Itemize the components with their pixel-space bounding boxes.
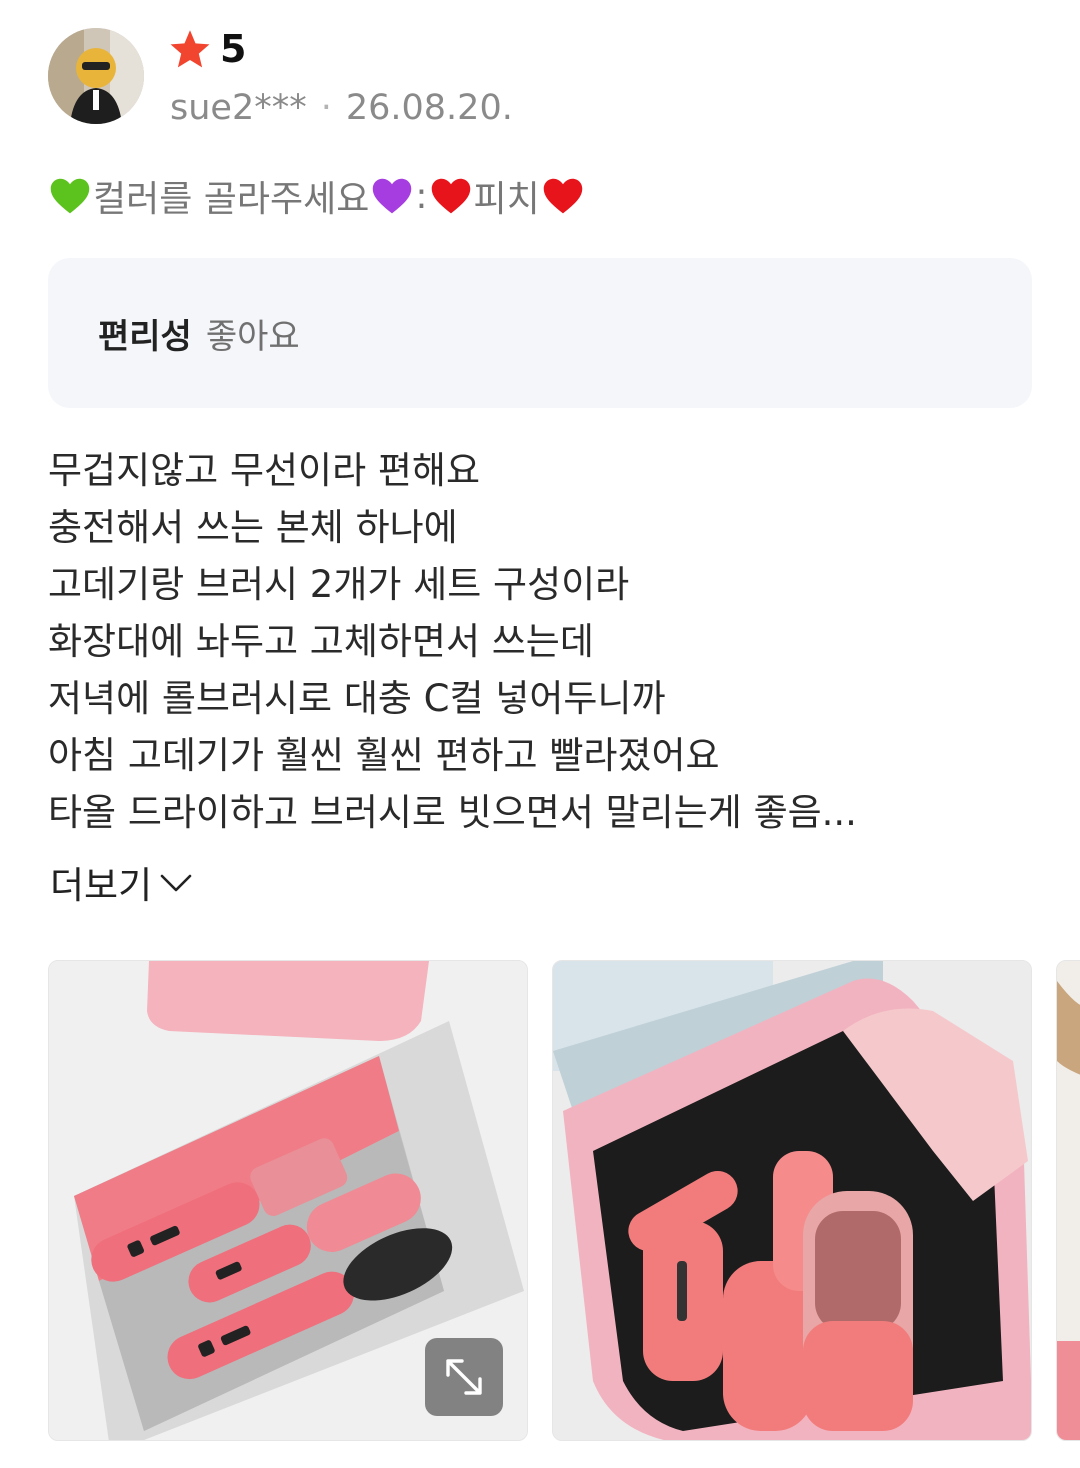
review-photo[interactable] xyxy=(552,960,1032,1441)
purchase-option: 컬러를 골라주세요 : 피치 xyxy=(48,170,585,222)
review-body-line: 화장대에 놔두고 고체하면서 쓰는데 xyxy=(48,620,594,663)
review-body: 무겁지않고 무선이라 편해요 충전해서 쓰는 본체 하나에 고데기랑 브러시 2… xyxy=(48,442,1038,841)
survey-answer: 좋아요 xyxy=(205,316,300,357)
expand-icon xyxy=(446,1359,482,1395)
review-card: 5 sue2*** · 26.08.20. 컬러를 골라주세요 : 피치 편리성 좋… xyxy=(0,0,1080,1468)
username: sue2*** xyxy=(170,88,307,128)
review-body-line: 무겁지않고 무선이라 편해요 xyxy=(48,449,481,492)
rating: 5 xyxy=(168,26,246,72)
more-button[interactable]: 더보기 xyxy=(50,856,196,908)
star-icon xyxy=(170,30,210,68)
option-label: 컬러를 골라주세요 xyxy=(93,179,370,220)
expand-button[interactable] xyxy=(425,1338,503,1416)
green-heart-icon xyxy=(50,178,90,214)
rating-value: 5 xyxy=(220,27,247,71)
review-body-line: 아침 고데기가 훨씬 훨씬 편하고 빨라졌어요 xyxy=(48,734,720,777)
red-heart-icon xyxy=(543,178,583,214)
chevron-down-icon xyxy=(160,874,192,892)
red-heart-icon xyxy=(431,178,470,214)
option-value: 피치 xyxy=(473,179,540,220)
more-label: 더보기 xyxy=(50,864,153,907)
survey-question: 편리성 xyxy=(98,316,192,357)
survey-box: 편리성 좋아요 xyxy=(48,258,1032,408)
meta-separator: · xyxy=(320,88,332,128)
review-body-line: 고데기랑 브러시 2개가 세트 구성이라 xyxy=(48,563,630,606)
review-photo[interactable] xyxy=(48,960,528,1441)
avatar-image xyxy=(48,28,144,124)
review-body-line: 타올 드라이하고 브러시로 빗으면서 말리는게 좋음... xyxy=(48,791,857,834)
purple-heart-icon xyxy=(373,178,412,214)
review-body-line: 충전해서 쓰는 본체 하나에 xyxy=(48,506,458,549)
product-case-photo xyxy=(553,961,1031,1440)
review-photo[interactable] xyxy=(1056,960,1080,1441)
avatar[interactable] xyxy=(48,28,144,124)
option-separator: : xyxy=(415,175,428,217)
review-body-line: 저녁에 롤브러시로 대충 C컬 넣어두니까 xyxy=(48,677,666,720)
review-meta: sue2*** · 26.08.20. xyxy=(170,86,513,130)
product-photo-partial xyxy=(1057,961,1080,1440)
review-date: 26.08.20. xyxy=(345,88,513,128)
